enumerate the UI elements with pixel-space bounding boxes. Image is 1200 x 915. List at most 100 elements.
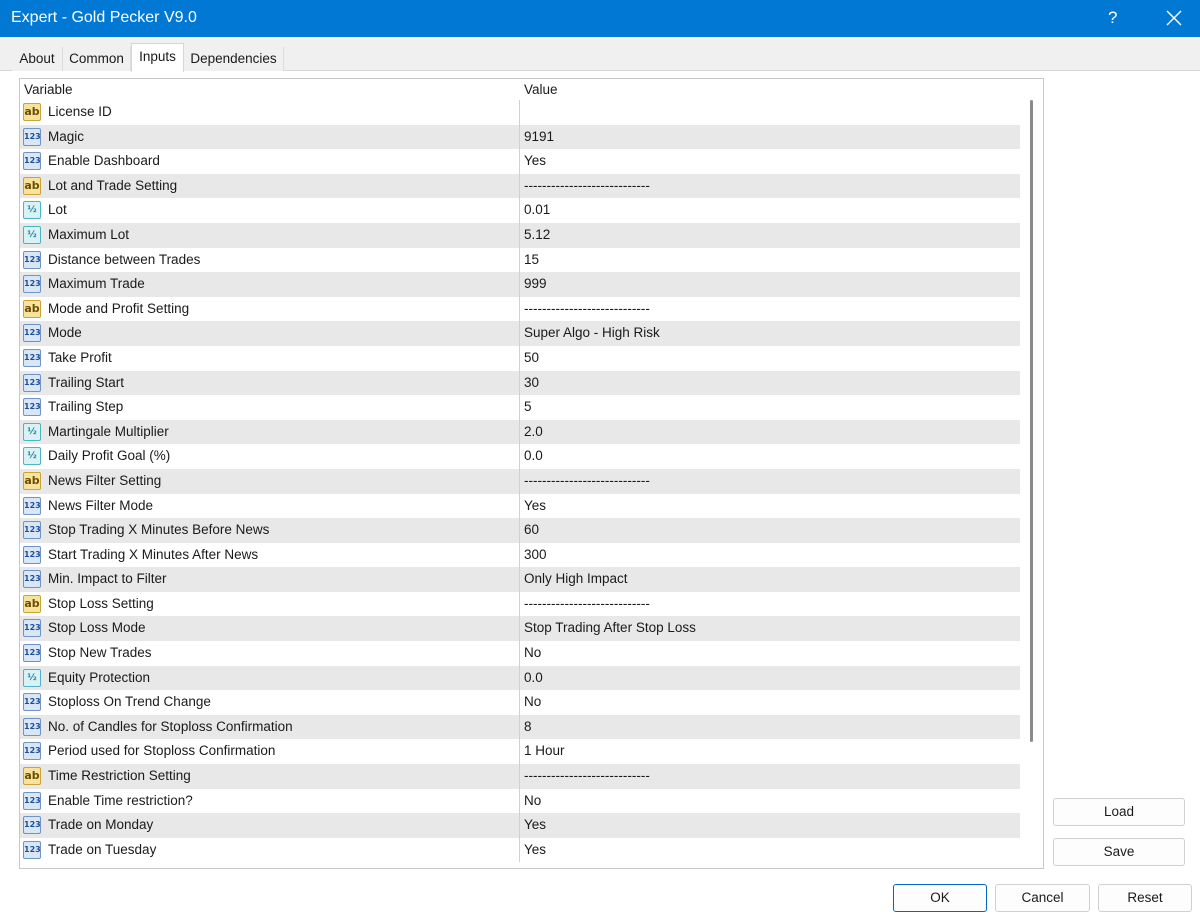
variable-name: Maximum Lot: [48, 226, 130, 242]
table-row[interactable]: 123 Period used for Stoploss Confirmation…: [20, 739, 1020, 765]
window-title: Expert - Gold Pecker V9.0: [11, 9, 197, 26]
table-row[interactable]: 123 Enable Time restriction? No: [20, 788, 1020, 814]
table-row[interactable]: ½ Lot 0.01: [20, 198, 1020, 223]
table-row[interactable]: 123 Stoploss On Trend Change No: [20, 690, 1020, 715]
ok-button[interactable]: OK: [893, 884, 987, 912]
variable-value[interactable]: 5: [524, 399, 532, 414]
variable-value[interactable]: 0.01: [524, 202, 550, 217]
variable-value[interactable]: No: [524, 793, 541, 808]
scrollbar-thumb[interactable]: [1030, 100, 1033, 742]
variable-value[interactable]: 9191: [524, 129, 554, 144]
tab-dependencies[interactable]: Dependencies: [184, 47, 284, 71]
table-row[interactable]: 123 Take Profit 50: [20, 345, 1020, 371]
table-row[interactable]: 123 Enable Dashboard Yes: [20, 149, 1020, 174]
table-row[interactable]: 123 Trailing Step 5: [20, 395, 1020, 420]
table-row[interactable]: 123 Trade on Monday Yes: [20, 813, 1020, 838]
variable-value[interactable]: 999: [524, 276, 547, 291]
column-divider: [519, 788, 520, 814]
variable-value[interactable]: 50: [524, 350, 539, 365]
variable-name: Stop Trading X Minutes Before News: [48, 522, 270, 538]
table-row[interactable]: 123 Trade on Tuesday Yes: [20, 837, 1020, 863]
table-row[interactable]: ½ Daily Profit Goal (%) 0.0: [20, 444, 1020, 469]
column-divider: [519, 345, 520, 371]
tab-common[interactable]: Common: [63, 47, 131, 71]
variable-value[interactable]: Super Algo - High Risk: [524, 325, 660, 340]
vertical-scrollbar[interactable]: [1021, 79, 1043, 868]
variable-value[interactable]: Stop Trading After Stop Loss: [524, 620, 696, 635]
tab-about[interactable]: About: [12, 47, 63, 71]
cancel-button[interactable]: Cancel: [995, 884, 1090, 912]
variable-name: Stoploss On Trend Change: [48, 694, 211, 710]
table-row[interactable]: 123 Magic 9191: [20, 124, 1020, 150]
variable-value[interactable]: ----------------------------: [524, 301, 650, 316]
table-row[interactable]: ½ Equity Protection 0.0: [20, 665, 1020, 691]
variable-value[interactable]: No: [524, 694, 541, 709]
reset-button[interactable]: Reset: [1098, 884, 1192, 912]
variable-value[interactable]: 30: [524, 375, 539, 390]
variable-name: Trailing Start: [48, 374, 125, 390]
tab-inputs[interactable]: Inputs: [131, 43, 184, 72]
variable-name: Daily Profit Goal (%): [48, 448, 171, 464]
column-header-variable[interactable]: Variable: [24, 82, 73, 97]
column-divider: [519, 714, 520, 740]
variable-name: Trailing Step: [48, 399, 124, 415]
column-divider: [519, 419, 520, 445]
variable-value[interactable]: ----------------------------: [524, 596, 650, 611]
table-row[interactable]: ab Time Restriction Setting --------------…: [20, 764, 1020, 789]
table-row[interactable]: ab License ID: [20, 100, 1020, 125]
table-row[interactable]: ab News Filter Setting -------------------…: [20, 468, 1020, 494]
variable-value[interactable]: Only High Impact: [524, 571, 628, 586]
table-row[interactable]: 123 Stop New Trades No: [20, 641, 1020, 666]
variable-value[interactable]: No: [524, 645, 541, 660]
save-button[interactable]: Save: [1053, 838, 1185, 866]
table-row[interactable]: 123 News Filter Mode Yes: [20, 493, 1020, 519]
load-button[interactable]: Load: [1053, 798, 1185, 826]
variable-value[interactable]: 300: [524, 547, 547, 562]
table-row[interactable]: 123 Distance between Trades 15: [20, 247, 1020, 273]
variable-value[interactable]: 15: [524, 252, 539, 267]
variable-value[interactable]: Yes: [524, 842, 546, 857]
table-row[interactable]: ½ Martingale Multiplier 2.0: [20, 419, 1020, 445]
column-divider: [519, 149, 520, 174]
table-row[interactable]: 123 Trailing Start 30: [20, 370, 1020, 396]
variable-value[interactable]: 0.0: [524, 670, 543, 685]
table-row[interactable]: 123 Stop Trading X Minutes Before News 60: [20, 518, 1020, 543]
table-row[interactable]: ab Lot and Trade Setting -----------------…: [20, 173, 1020, 199]
variable-value[interactable]: ----------------------------: [524, 768, 650, 783]
variable-value[interactable]: 1 Hour: [524, 743, 565, 758]
table-row[interactable]: 123 Stop Loss Mode Stop Trading After Stop…: [20, 616, 1020, 642]
table-row[interactable]: 123 Start Trading X Minutes After News 300: [20, 542, 1020, 568]
table-row[interactable]: 123 No. of Candles for Stoploss Confirmat…: [20, 714, 1020, 740]
table-row[interactable]: ½ Maximum Lot 5.12: [20, 222, 1020, 248]
variable-value[interactable]: ----------------------------: [524, 473, 650, 488]
variable-value[interactable]: Yes: [524, 498, 546, 513]
variable-name: Lot: [48, 202, 67, 218]
column-divider: [519, 813, 520, 838]
table-row[interactable]: ab Mode and Profit Setting ---------------…: [20, 296, 1020, 322]
variable-value[interactable]: ----------------------------: [524, 178, 650, 193]
variable-value[interactable]: Yes: [524, 153, 546, 168]
column-divider: [519, 641, 520, 666]
integer-type-icon: 123: [23, 496, 41, 515]
column-divider: [519, 739, 520, 765]
variable-value[interactable]: 0.0: [524, 448, 543, 463]
table-row[interactable]: 123 Mode Super Algo - High Risk: [20, 321, 1020, 346]
variable-value[interactable]: 60: [524, 522, 539, 537]
column-divider: [519, 837, 520, 863]
column-divider: [519, 222, 520, 248]
variable-value[interactable]: 8: [524, 719, 532, 734]
table-row[interactable]: 123 Min. Impact to Filter Only High Impact: [20, 567, 1020, 592]
integer-type-icon: 123: [23, 152, 41, 171]
help-button[interactable]: ?: [1108, 8, 1117, 28]
close-icon[interactable]: [1158, 2, 1190, 34]
table-row[interactable]: ab Stop Loss Setting ---------------------…: [20, 591, 1020, 617]
column-divider: [519, 690, 520, 715]
table-row[interactable]: 123 Maximum Trade 999: [20, 272, 1020, 297]
variable-value[interactable]: 5.12: [524, 227, 550, 242]
variable-value[interactable]: 2.0: [524, 424, 543, 439]
integer-type-icon: 123: [23, 840, 41, 859]
string-type-icon: ab: [23, 299, 41, 318]
column-header-value[interactable]: Value: [524, 82, 558, 97]
integer-type-icon: 123: [23, 644, 41, 663]
variable-value[interactable]: Yes: [524, 817, 546, 832]
